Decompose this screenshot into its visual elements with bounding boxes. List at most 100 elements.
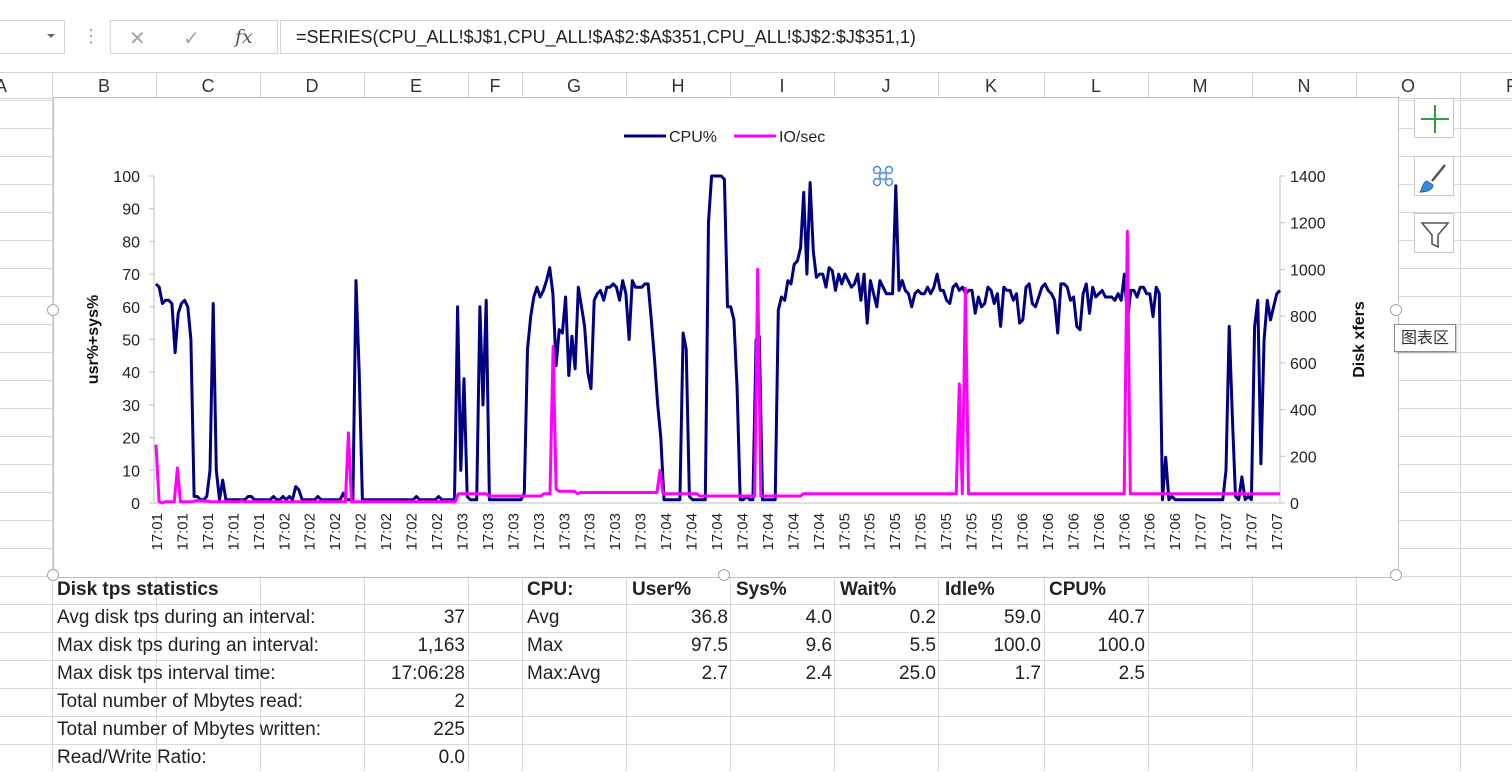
- disk-stat-label[interactable]: Total number of Mbytes written:: [57, 716, 362, 744]
- chart-elements-button[interactable]: [1414, 98, 1454, 138]
- cpu-value[interactable]: 4.0: [734, 604, 832, 632]
- cpu-value[interactable]: 2.4: [734, 660, 832, 688]
- y-tick-label: 10: [122, 463, 140, 480]
- name-box[interactable]: [0, 20, 65, 54]
- y-tick-label: 60: [122, 300, 140, 317]
- x-tick-label: 17:01: [149, 513, 166, 551]
- disk-stat-label[interactable]: Avg disk tps during an interval:: [57, 604, 362, 632]
- cpu-value[interactable]: 97.5: [630, 632, 728, 660]
- x-tick-label: 17:02: [353, 513, 370, 551]
- column-header-d[interactable]: D: [260, 73, 365, 98]
- column-header-h[interactable]: H: [626, 73, 731, 98]
- column-header-f[interactable]: F: [468, 73, 523, 98]
- cpu-value[interactable]: 100.0: [943, 632, 1041, 660]
- cpu-value[interactable]: 5.5: [838, 632, 936, 660]
- cpu-header[interactable]: CPU%: [1049, 576, 1147, 604]
- resize-handle-bottom[interactable]: [718, 569, 730, 581]
- filter-icon: [1420, 222, 1450, 249]
- disk-stats-title[interactable]: Disk tps statistics: [57, 576, 357, 604]
- column-header-k[interactable]: K: [938, 73, 1045, 98]
- y-tick-label: 0: [131, 496, 140, 513]
- y2-tick-label: 800: [1290, 309, 1317, 326]
- cpu-value[interactable]: 2.5: [1047, 660, 1145, 688]
- y2-axis-title: Disk xfers: [1351, 301, 1368, 378]
- resize-handle-left[interactable]: [47, 304, 59, 316]
- chevron-down-icon[interactable]: [47, 34, 55, 38]
- resize-handle-right[interactable]: [1390, 304, 1402, 316]
- column-header-a[interactable]: A: [0, 73, 53, 98]
- x-tick-label: 17:04: [709, 513, 726, 551]
- x-tick-label: 17:01: [200, 513, 217, 551]
- selection-handle[interactable]: [878, 171, 888, 181]
- cpu-header[interactable]: CPU:: [527, 576, 625, 604]
- cpu-header[interactable]: Sys%: [736, 576, 834, 604]
- cpu-row-label[interactable]: Max: [527, 632, 625, 660]
- column-header-b[interactable]: B: [52, 73, 157, 98]
- disk-stat-value[interactable]: 1,163: [366, 632, 465, 660]
- x-tick-label: 17:05: [989, 513, 1006, 551]
- selection-handle[interactable]: [884, 177, 894, 187]
- formula-input[interactable]: =SERIES(CPU_ALL!$J$1,CPU_ALL!$A$2:$A$351…: [280, 20, 1512, 54]
- disk-stat-value[interactable]: 17:06:28: [366, 660, 465, 688]
- cpu-value[interactable]: 9.6: [734, 632, 832, 660]
- cpu-row-label[interactable]: Avg: [527, 604, 625, 632]
- cpu-value[interactable]: 25.0: [838, 660, 936, 688]
- series-line-io: [154, 229, 1280, 505]
- disk-stat-label[interactable]: Total number of Mbytes read:: [57, 688, 362, 716]
- cpu-value[interactable]: 40.7: [1047, 604, 1145, 632]
- x-tick-label: 17:04: [811, 513, 828, 551]
- disk-stat-value[interactable]: 225: [366, 716, 465, 744]
- disk-stat-value[interactable]: 0.0: [366, 744, 465, 772]
- legend-label-cpu: CPU%: [669, 129, 717, 146]
- resize-handle-bottom-left[interactable]: [47, 569, 59, 581]
- cpu-value[interactable]: 36.8: [630, 604, 728, 632]
- column-header-e[interactable]: E: [364, 73, 469, 98]
- chart-styles-button[interactable]: [1414, 156, 1454, 196]
- cpu-value[interactable]: 59.0: [943, 604, 1041, 632]
- column-header-c[interactable]: C: [156, 73, 261, 98]
- cpu-value[interactable]: 2.7: [630, 660, 728, 688]
- column-header-o[interactable]: O: [1356, 73, 1461, 98]
- cpu-header[interactable]: Wait%: [840, 576, 938, 604]
- column-header-n[interactable]: N: [1252, 73, 1357, 98]
- column-header-l[interactable]: L: [1044, 73, 1149, 98]
- paintbrush-icon: [1418, 164, 1446, 193]
- disk-stat-value[interactable]: 37: [366, 604, 465, 632]
- cpu-value[interactable]: 0.2: [838, 604, 936, 632]
- column-header-g[interactable]: G: [522, 73, 627, 98]
- cpu-header[interactable]: User%: [632, 576, 730, 604]
- selection-handle[interactable]: [872, 165, 882, 175]
- cpu-row-label[interactable]: Max:Avg: [527, 660, 625, 688]
- x-tick-label: 17:05: [862, 513, 879, 551]
- cpu-header[interactable]: Idle%: [945, 576, 1043, 604]
- more-options-icon[interactable]: ⋮: [82, 26, 100, 46]
- x-tick-label: 17:02: [276, 513, 293, 551]
- cpu-value[interactable]: 1.7: [943, 660, 1041, 688]
- column-header-p[interactable]: P: [1460, 73, 1512, 98]
- y2-tick-label: 600: [1290, 356, 1317, 373]
- disk-stat-label[interactable]: Read/Write Ratio:: [57, 744, 362, 772]
- chart-area[interactable]: 0 10 20 30 40 50 60 70 80 90 100 0 200 400 600 800 1000 1…: [53, 97, 1399, 578]
- y-tick-label: 40: [122, 365, 140, 382]
- x-tick-label: 17:04: [658, 513, 675, 551]
- y-tick-label: 30: [122, 398, 140, 415]
- x-tick-label: 17:06: [1040, 513, 1057, 551]
- cpu-value[interactable]: 100.0: [1047, 632, 1145, 660]
- insert-function-icon[interactable]: fx: [235, 26, 253, 48]
- disk-stat-label[interactable]: Max disk tps interval time:: [57, 660, 362, 688]
- y-tick-label: 100: [113, 169, 140, 186]
- formula-text: =SERIES(CPU_ALL!$J$1,CPU_ALL!$A$2:$A$351…: [296, 27, 916, 47]
- column-header-i[interactable]: I: [730, 73, 835, 98]
- selection-handle[interactable]: [872, 177, 882, 187]
- y-tick-label: 70: [122, 267, 140, 284]
- check-icon[interactable]: ✓: [183, 26, 200, 51]
- column-headers: ABCDEFGHIJKLMNOP: [0, 72, 1512, 99]
- chart-filters-button[interactable]: [1414, 213, 1454, 253]
- disk-stat-value[interactable]: 2: [366, 688, 465, 716]
- column-header-m[interactable]: M: [1148, 73, 1253, 98]
- selection-handle[interactable]: [884, 165, 894, 175]
- disk-stat-label[interactable]: Max disk tps during an interval:: [57, 632, 362, 660]
- resize-handle-bottom-right[interactable]: [1390, 569, 1402, 581]
- column-header-j[interactable]: J: [834, 73, 939, 98]
- cancel-icon[interactable]: ✕: [129, 26, 146, 51]
